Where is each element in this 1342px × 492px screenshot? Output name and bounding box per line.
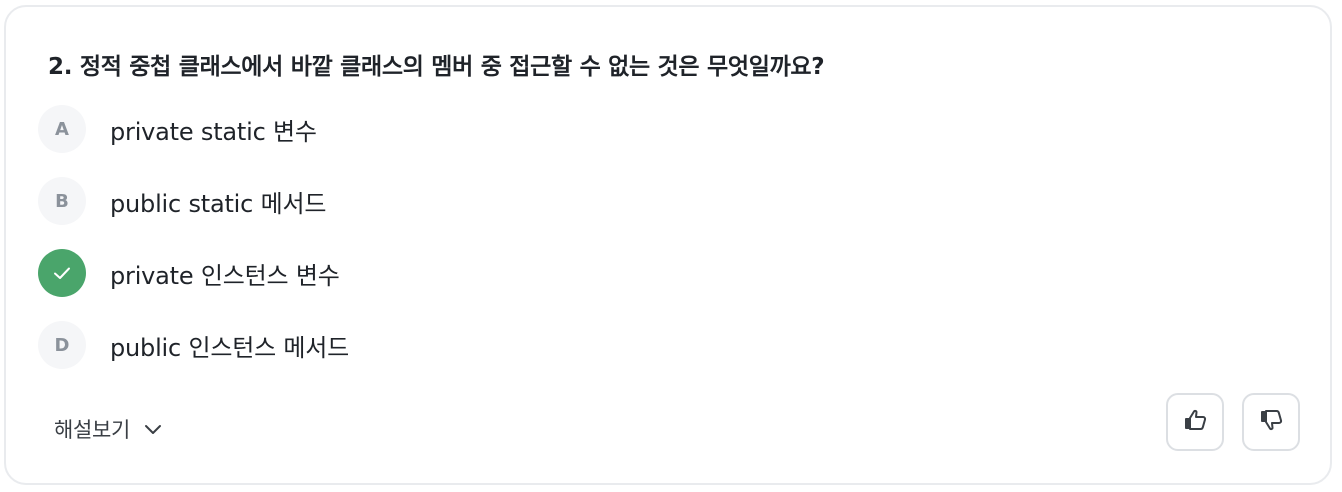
option-b[interactable]: B public static 메서드 [38,177,938,225]
option-text-b: public static 메서드 [110,189,327,218]
option-text-a: private static 변수 [110,117,317,146]
option-text-c: private 인스턴스 변수 [110,261,340,290]
option-marker-b: B [38,177,86,225]
explanation-toggle-label: 해설보기 [54,418,131,442]
options-list: A private static 변수 B public static 메서드 … [38,105,938,393]
option-text-d: public 인스턴스 메서드 [110,333,350,362]
option-marker-a: A [38,105,86,153]
thumbs-up-icon [1182,407,1208,437]
option-d[interactable]: D public 인스턴스 메서드 [38,321,938,369]
option-marker-d: D [38,321,86,369]
option-c[interactable]: private 인스턴스 변수 [38,249,938,297]
quiz-card: 2. 정적 중첩 클래스에서 바깥 클래스의 멤버 중 접근할 수 없는 것은 … [4,5,1332,485]
option-a[interactable]: A private static 변수 [38,105,938,153]
thumbs-down-icon [1258,407,1284,437]
explanation-toggle[interactable]: 해설보기 [54,414,162,444]
like-button[interactable] [1166,393,1224,451]
check-icon [38,249,86,297]
question-text: 2. 정적 중첩 클래스에서 바깥 클래스의 멤버 중 접근할 수 없는 것은 … [48,54,825,80]
chevron-down-icon [144,423,162,435]
dislike-button[interactable] [1242,393,1300,451]
